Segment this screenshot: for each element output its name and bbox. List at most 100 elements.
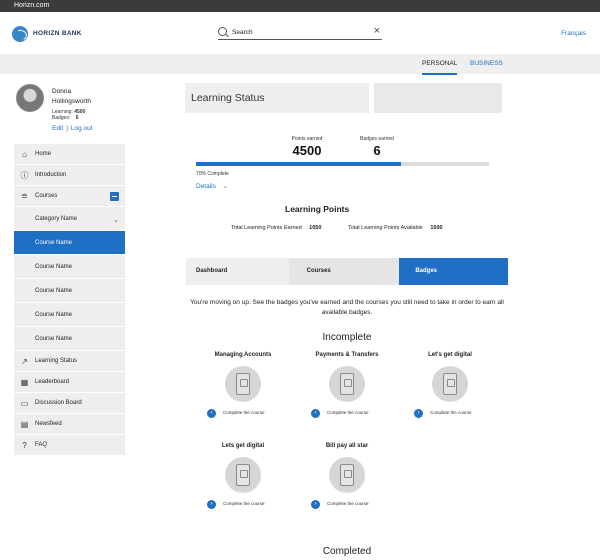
badge-cta[interactable]: Complete the course [327,501,369,506]
badges-intro: You're moving on up. See the badges you'… [190,299,504,316]
home-icon: ⌂ [22,150,27,159]
badges-earned-label: Badges earned [360,136,394,142]
edit-link[interactable]: Edit [52,125,63,132]
chat-icon: ▭ [20,399,29,408]
site-header: HORIZN BANK × Français [0,12,600,54]
sidebar-item-label: Course Name [35,312,73,318]
browser-url-bar: Horizn.com [0,0,600,12]
profile-links: Edit | Log out [52,125,93,132]
chevron-down-icon: ⌄ [222,183,229,190]
points-earned-label: Points earned [291,136,323,142]
sidebar-item-course[interactable]: Course Name [14,279,125,303]
language-link[interactable]: Français [561,30,586,37]
badge-image [225,366,261,402]
avatar [16,84,44,112]
segment-business[interactable]: BUSINESS [470,59,503,69]
sidebar-item-leaderboard[interactable]: ▦ Leaderboard [14,372,125,393]
points-earned-total-value: 1050 [309,225,322,231]
details-toggle[interactable]: Details ⌄ [196,182,228,190]
badge-cta[interactable]: Complete the course [223,501,265,506]
profile-last-name: Hollingsworth [52,98,92,105]
sidebar-item-label: Newsfeed [35,421,62,427]
sidebar-item-course[interactable]: Course Name [14,327,125,351]
points-available-label: Total Learning Points Available [348,225,423,231]
segment-personal[interactable]: PERSONAL [422,59,458,75]
arrow-right-icon[interactable]: › [207,500,216,509]
profile-name: Donna Hollingsworth [52,87,120,107]
learning-points-title: Learning Points [285,204,350,214]
arrow-right-icon[interactable]: › [207,409,216,418]
sidebar-item-course[interactable]: Course Name [14,231,125,255]
arrow-right-icon[interactable]: › [311,409,320,418]
sidebar-item-label: Introduction [35,172,67,178]
arrow-right-icon[interactable]: › [414,409,423,418]
badge-cta[interactable]: Complete the course [430,410,472,415]
badge-card: Let's get digital › Complete the course [410,352,490,422]
tab-badges[interactable]: Badges [399,258,509,285]
details-label: Details [196,183,216,190]
profile-first-name: Donna [52,88,72,95]
bank-logo-text[interactable]: HORIZN BANK [33,30,82,37]
sidebar-item-course[interactable]: Course Name [14,255,125,279]
badge-image [329,366,365,402]
badge-image [225,457,261,493]
search-bar: × [218,25,382,40]
badge-cta[interactable]: Complete the course [327,410,369,415]
badge-card: Bill pay all star › Complete the course [307,443,387,513]
sidebar-item-course[interactable]: Course Name [14,303,125,327]
bank-logo-icon[interactable] [12,26,28,42]
newspaper-icon: ▤ [20,420,29,429]
badge-card: Payments & Transfers › Complete the cour… [307,352,387,422]
profile-badges-label: Badges: [52,115,71,121]
sidebar-item-label: Course Name [35,264,73,270]
phone-icon [340,464,354,486]
incomplete-title: Incomplete [322,332,372,343]
points-available-value: 1500 [430,225,443,231]
sidebar-item-label: Courses [35,193,58,199]
graduation-cap-icon: ≘ [21,192,28,201]
badges-earned-value: 6 [373,143,381,158]
sidebar-item-label: Home [35,151,52,157]
profile-badges-value: 6 [75,115,79,121]
phone-icon [236,464,250,486]
search-icon[interactable] [218,27,227,36]
sidebar-item-label: Discussion Board [35,400,82,406]
user-profile: Donna Hollingsworth Learning: 4500 Badge… [0,74,125,142]
question-icon: ? [22,441,27,450]
sidebar-item-label: FAQ [35,442,48,448]
points-earned-value: 4500 [292,143,322,158]
logout-link[interactable]: Log out [71,125,93,132]
badge-card: Managing Accounts › Complete the course [203,352,283,422]
clear-search-icon[interactable]: × [374,25,380,37]
profile-badges: Badges: 6 [52,115,79,121]
phone-icon [340,373,354,395]
badge-image [329,457,365,493]
search-input[interactable] [232,26,362,38]
sidebar-nav: ⌂ Home ⓘ Introduction ≘ Courses Category… [14,144,125,456]
progress-bar [196,162,489,166]
sidebar-item-home[interactable]: ⌂ Home [14,144,125,165]
sidebar-item-label: Category Name [35,216,78,222]
page-title: Learning Status [185,83,369,113]
sidebar-item-faq[interactable]: ? FAQ [14,435,125,456]
progress-text: 70% Complete [196,171,229,177]
segment-bar: PERSONAL BUSINESS [0,54,600,75]
sidebar-item-newsfeed[interactable]: ▤ Newsfeed [14,414,125,435]
tab-courses[interactable]: Courses [288,258,400,285]
sidebar-item-label: Leaderboard [35,379,70,385]
sidebar-item-label: Course Name [35,240,73,246]
badge-cta[interactable]: Complete the course [223,410,265,415]
collapse-icon[interactable] [110,192,119,201]
sidebar-item-introduction[interactable]: ⓘ Introduction [14,165,125,186]
points-earned-total: Total Learning Points Earned 1050 [231,225,321,231]
sidebar-item-discussion-board[interactable]: ▭ Discussion Board [14,393,125,414]
progress-fill [196,162,402,166]
tab-dashboard[interactable]: Dashboard [186,258,289,285]
sidebar-item-label: Learning Status [35,358,78,364]
calendar-icon: ▦ [20,378,29,387]
sidebar-item-learning-status[interactable]: ↗ Learning Status [14,351,125,372]
points-earned-total-label: Total Learning Points Earned [231,225,302,231]
arrow-right-icon[interactable]: › [311,500,320,509]
sidebar-item-label: Course Name [35,288,73,294]
badge-title: Managing Accounts [214,352,272,358]
